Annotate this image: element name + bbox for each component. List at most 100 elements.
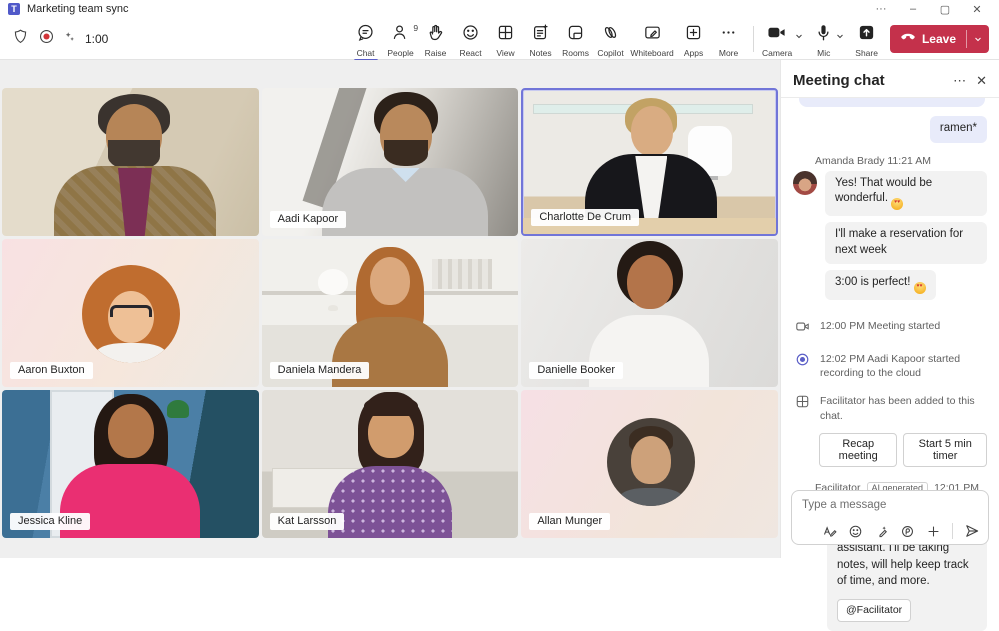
participant-name-label: Charlotte De Crum bbox=[531, 209, 639, 226]
chat-more-options-icon[interactable]: ⋯ bbox=[953, 73, 966, 89]
record-event-icon bbox=[795, 352, 810, 372]
camera-icon bbox=[766, 23, 788, 47]
camera-chevron-icon[interactable] bbox=[794, 28, 804, 46]
tab-view[interactable]: View bbox=[489, 20, 522, 58]
tab-label: People bbox=[387, 48, 413, 58]
tab-apps[interactable]: Apps bbox=[677, 20, 710, 58]
video-tile-aaron-buxton[interactable]: Aaron Buxton bbox=[2, 239, 259, 387]
video-tile-daniela-mandera[interactable]: Daniela Mandera bbox=[262, 239, 519, 387]
video-tile-aadi-kapoor[interactable]: Aadi Kapoor bbox=[262, 88, 519, 236]
people-icon bbox=[391, 23, 410, 47]
message-author-timestamp: Amanda Brady 11:21 AM bbox=[815, 155, 987, 167]
event-facilitator-added: Facilitator has been added to this chat. bbox=[795, 394, 987, 423]
chat-message: Yes! That would be wonderful. ♥♥ bbox=[825, 171, 987, 217]
view-grid-icon bbox=[496, 23, 515, 47]
share-icon bbox=[857, 23, 876, 47]
whiteboard-icon bbox=[643, 23, 662, 47]
video-tile-kat-larsson[interactable]: Kat Larsson bbox=[262, 390, 519, 538]
tab-label: Notes bbox=[529, 48, 551, 58]
device-label: Share bbox=[855, 48, 878, 58]
copilot-icon bbox=[601, 23, 620, 47]
send-icon[interactable] bbox=[964, 523, 980, 539]
mic-chevron-icon[interactable] bbox=[835, 28, 845, 46]
device-label: Camera bbox=[762, 48, 792, 58]
chat-close-icon[interactable]: ✕ bbox=[976, 73, 987, 89]
tab-react[interactable]: React bbox=[454, 20, 487, 58]
tab-label: Whiteboard bbox=[630, 48, 673, 58]
tab-label: Apps bbox=[684, 48, 703, 58]
video-tile-allan-munger[interactable]: Allan Munger bbox=[521, 390, 778, 538]
message-composer[interactable] bbox=[791, 490, 989, 545]
chat-message: I'll make a reservation for next week bbox=[825, 222, 987, 264]
avatar bbox=[607, 418, 695, 506]
participant-name-label: Aaron Buxton bbox=[10, 362, 93, 379]
tab-whiteboard[interactable]: Whiteboard bbox=[629, 20, 675, 58]
heart-eyes-emoji: ♥♥ bbox=[891, 198, 903, 210]
tab-label: View bbox=[496, 48, 514, 58]
raise-hand-icon bbox=[426, 23, 445, 47]
mic-icon bbox=[814, 23, 833, 47]
video-tile-participant-1[interactable] bbox=[2, 88, 259, 236]
loop-component-icon[interactable] bbox=[900, 524, 915, 539]
notes-icon bbox=[531, 23, 550, 47]
attach-plus-icon[interactable] bbox=[926, 524, 941, 539]
teams-logo-icon: T bbox=[8, 3, 20, 15]
video-tile-jessica-kline[interactable]: Jessica Kline bbox=[2, 390, 259, 538]
tab-chat[interactable]: Chat bbox=[349, 20, 382, 58]
facilitator-added-icon bbox=[795, 394, 810, 414]
apps-icon bbox=[684, 23, 703, 47]
sparkle-icon bbox=[64, 30, 76, 48]
tab-rooms[interactable]: Rooms bbox=[559, 20, 592, 58]
tab-notes[interactable]: Notes bbox=[524, 20, 557, 58]
people-count-badge: 9 bbox=[413, 23, 418, 33]
participant-name-label: Jessica Kline bbox=[10, 513, 90, 530]
minimize-button[interactable]: – bbox=[899, 1, 927, 17]
video-tile-danielle-booker[interactable]: Danielle Booker bbox=[521, 239, 778, 387]
participant-name-label: Danielle Booker bbox=[529, 362, 623, 379]
emoji-icon[interactable] bbox=[848, 524, 863, 539]
react-smiley-icon bbox=[461, 23, 480, 47]
message-input[interactable] bbox=[792, 491, 988, 511]
shield-icon bbox=[12, 28, 29, 50]
toolbar-tabstrip: Chat 9 People Raise React View Notes Roo… bbox=[349, 20, 745, 58]
camera-event-icon bbox=[795, 319, 810, 339]
meeting-timer: 1:00 bbox=[85, 32, 108, 46]
facilitator-mention-chip[interactable]: @Facilitator bbox=[837, 599, 911, 622]
meeting-stage: Aadi Kapoor Charlotte De Crum Aaron Buxt… bbox=[0, 60, 780, 558]
camera-button[interactable]: Camera bbox=[762, 20, 792, 58]
format-icon[interactable] bbox=[822, 524, 837, 539]
tab-copilot[interactable]: Copilot bbox=[594, 20, 627, 58]
heart-eyes-emoji: ♥♥ bbox=[914, 282, 926, 294]
panel-title: Meeting chat bbox=[793, 72, 885, 89]
leave-button[interactable]: Leave bbox=[890, 25, 989, 53]
avatar bbox=[82, 265, 180, 363]
partial-message-bubble bbox=[799, 98, 985, 107]
tab-people[interactable]: 9 People bbox=[384, 20, 417, 58]
leave-chevron-icon[interactable] bbox=[967, 34, 989, 44]
tab-label: Copilot bbox=[597, 48, 623, 58]
video-tile-charlotte-de-crum[interactable]: Charlotte De Crum bbox=[521, 88, 778, 236]
avatar-amanda-brady[interactable] bbox=[793, 171, 817, 195]
window-title: Marketing team sync bbox=[27, 3, 128, 15]
meeting-chat-panel: Meeting chat ⋯ ✕ ramen* Amanda Brady 11:… bbox=[780, 60, 999, 558]
copilot-compose-icon[interactable] bbox=[874, 524, 889, 539]
close-button[interactable]: ✕ bbox=[963, 1, 991, 17]
chat-message: 3:00 is perfect! ♥♥ bbox=[825, 270, 936, 300]
event-meeting-started: 12:00 PM Meeting started bbox=[795, 319, 987, 339]
share-button[interactable]: Share bbox=[855, 20, 878, 58]
recording-indicator-icon bbox=[38, 28, 55, 50]
start-timer-button[interactable]: Start 5 min timer bbox=[903, 433, 987, 467]
tab-more[interactable]: More bbox=[712, 20, 745, 58]
tab-label: Rooms bbox=[562, 48, 589, 58]
participant-name-label: Daniela Mandera bbox=[270, 362, 370, 379]
video-grid: Aadi Kapoor Charlotte De Crum Aaron Buxt… bbox=[2, 88, 778, 538]
chat-message-list[interactable]: ramen* Amanda Brady 11:21 AM Yes! That w… bbox=[781, 98, 999, 631]
meeting-toolbar: 1:00 Chat 9 People Raise React View Note… bbox=[0, 18, 999, 60]
tab-raise[interactable]: Raise bbox=[419, 20, 452, 58]
mic-button[interactable]: Mic bbox=[814, 20, 833, 58]
maximize-button[interactable]: ▢ bbox=[931, 1, 959, 17]
participant-name-label: Kat Larsson bbox=[270, 513, 345, 530]
recap-meeting-button[interactable]: Recap meeting bbox=[819, 433, 897, 467]
participant-name-label: Allan Munger bbox=[529, 513, 610, 530]
window-more-button[interactable]: ··· bbox=[867, 1, 895, 17]
